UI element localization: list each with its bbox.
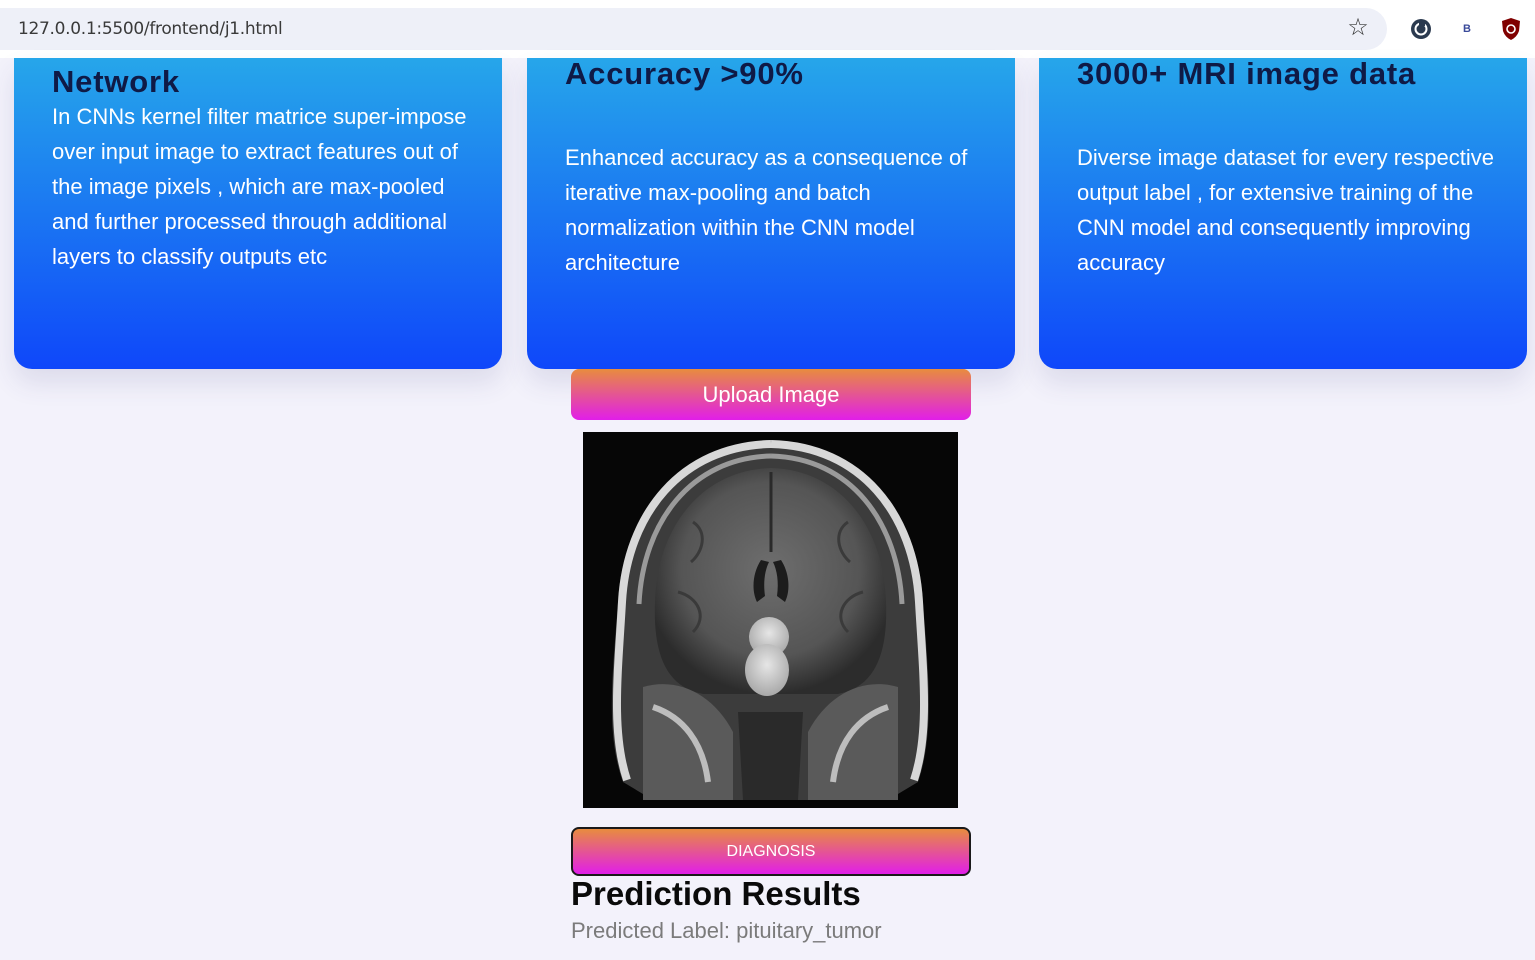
diagnosis-button[interactable]: DIAGNOSIS	[571, 827, 971, 876]
feature-card-dataset: 3000+ MRI image data Diverse image datas…	[1039, 56, 1527, 369]
card-description: In CNNs kernel filter matrice super-impo…	[52, 104, 467, 269]
upload-image-button[interactable]: Upload Image	[571, 369, 971, 420]
card-title: 3000+ MRI image data	[1077, 56, 1417, 91]
prediction-results-heading: Prediction Results	[571, 875, 861, 912]
url-text[interactable]: 127.0.0.1:5500/frontend/j1.html	[18, 19, 283, 39]
extension-refresh-icon[interactable]	[1409, 17, 1433, 41]
ublock-shield-icon[interactable]	[1499, 17, 1523, 41]
extension-b-icon[interactable]: B	[1455, 17, 1479, 41]
browser-toolbar: 127.0.0.1:5500/frontend/j1.html ☆ B	[0, 0, 1535, 58]
feature-card-network: Network In CNNs kernel filter matrice su…	[14, 58, 502, 369]
bookmark-star-icon[interactable]: ☆	[1344, 14, 1372, 42]
card-description: Diverse image dataset for every respecti…	[1077, 145, 1494, 275]
card-title: Accuracy >90%	[565, 56, 804, 91]
card-description: Enhanced accuracy as a consequence of it…	[565, 145, 968, 275]
predicted-label-text: Predicted Label: pituitary_tumor	[571, 918, 882, 943]
feature-card-accuracy: Accuracy >90% Enhanced accuracy as a con…	[527, 56, 1015, 369]
card-title: Network	[52, 64, 180, 99]
mri-preview-image	[583, 432, 958, 808]
